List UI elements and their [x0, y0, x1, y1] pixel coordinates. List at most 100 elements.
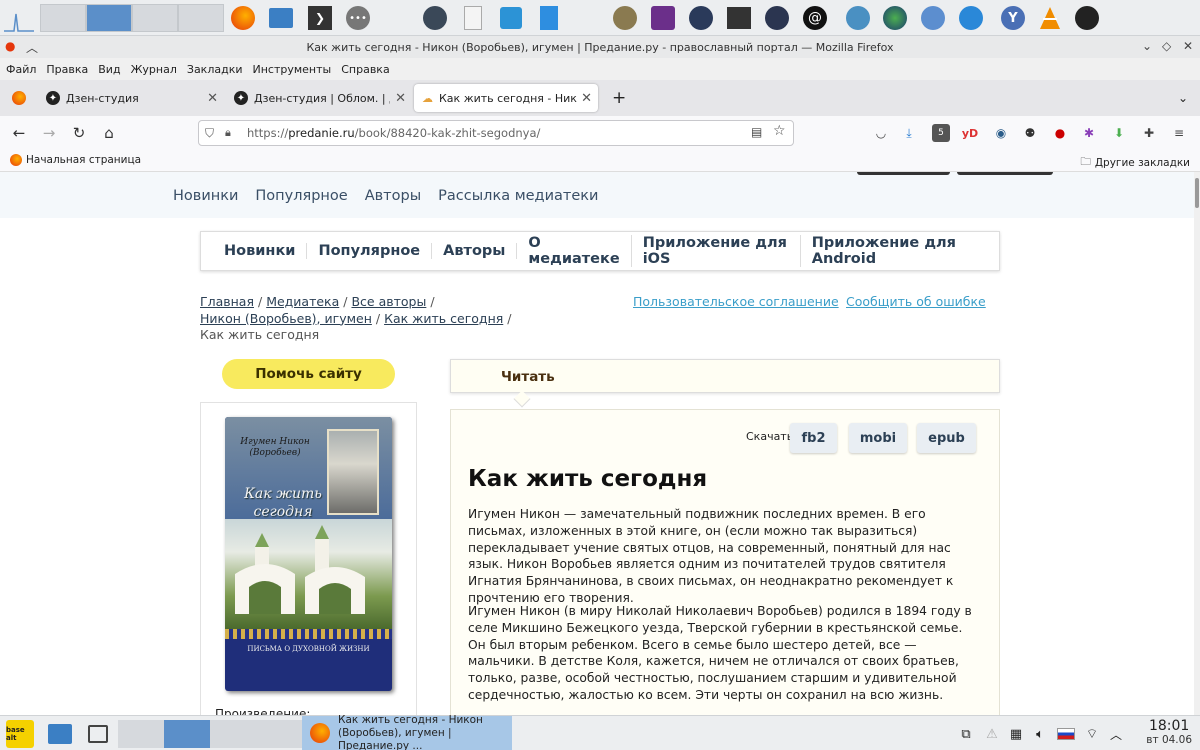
- clock[interactable]: 18:01 вт 04.06: [1146, 718, 1192, 746]
- volume-icon[interactable]: 🔈︎: [1030, 720, 1050, 748]
- main-nav-authors[interactable]: Авторы: [432, 243, 518, 259]
- menu-tools[interactable]: Инструменты: [253, 63, 332, 76]
- tab-dzen-studio[interactable]: ✦ Дзен-студия ✕: [38, 84, 224, 112]
- main-nav-popular[interactable]: Популярное: [307, 243, 433, 259]
- menu-edit[interactable]: Правка: [46, 63, 88, 76]
- desktop-pager-1[interactable]: [40, 4, 86, 32]
- globe-icon[interactable]: [880, 3, 910, 33]
- tab-close-icon[interactable]: ✕: [207, 91, 218, 106]
- extension-dots-icon[interactable]: ⚉: [1021, 124, 1039, 142]
- read-tab[interactable]: Читать: [450, 359, 1000, 408]
- top-nav-newsletter[interactable]: Рассылка медиатеки: [438, 188, 598, 204]
- download-epub-button[interactable]: epub: [917, 423, 976, 453]
- task-pager-1[interactable]: [118, 720, 164, 748]
- forward-button[interactable]: →: [38, 122, 60, 144]
- extension-record-icon[interactable]: ●: [1051, 124, 1069, 142]
- downloads-icon[interactable]: ⤓: [900, 124, 918, 142]
- main-nav-android-app[interactable]: Приложение для Android: [801, 235, 999, 267]
- close-window-icon[interactable]: ✕: [1183, 39, 1193, 53]
- reload-button[interactable]: ↻: [68, 122, 90, 144]
- bookmark-start-page[interactable]: Начальная страница: [10, 154, 141, 166]
- tray-disabled-icon[interactable]: ⚠: [982, 720, 1002, 748]
- keep-above-icon[interactable]: ︿: [26, 39, 38, 56]
- vlc-icon[interactable]: [1035, 3, 1065, 33]
- firefox-launcher-icon[interactable]: [228, 3, 258, 33]
- wifi-icon[interactable]: ⌔: [1082, 720, 1102, 748]
- yandex-browser-icon[interactable]: Y: [998, 3, 1028, 33]
- url-bar[interactable]: ⛉ 🔒︎ https://predanie.ru/book/88420-kak-…: [198, 120, 794, 146]
- other-bookmarks[interactable]: 🗀 Другие закладки: [1080, 154, 1190, 172]
- crumb-author[interactable]: Никон (Воробьев), игумен: [200, 311, 372, 326]
- extension-circle-icon[interactable]: ◉: [992, 124, 1010, 142]
- menu-hamburger-icon[interactable]: ≡: [1170, 124, 1188, 142]
- top-nav-authors[interactable]: Авторы: [365, 188, 421, 204]
- tray-expand-icon[interactable]: ︿: [1106, 720, 1126, 748]
- app-circle-icon[interactable]: [420, 3, 450, 33]
- crumb-home[interactable]: Главная: [200, 294, 254, 309]
- bookmark-star-icon[interactable]: ☆: [773, 123, 786, 139]
- menu-bookmarks[interactable]: Закладки: [187, 63, 243, 76]
- file-manager-task-icon[interactable]: [46, 720, 74, 748]
- terminal-icon[interactable]: ❯: [305, 3, 335, 33]
- show-desktop-icon[interactable]: [84, 720, 112, 748]
- gimp-icon[interactable]: [610, 3, 640, 33]
- extension-download-green-icon[interactable]: ⬇: [1110, 124, 1128, 142]
- top-nav-new[interactable]: Новинки: [173, 188, 238, 204]
- crumb-library[interactable]: Медиатека: [266, 294, 339, 309]
- download-fb2-button[interactable]: fb2: [790, 423, 837, 453]
- file-manager-icon[interactable]: [266, 3, 296, 33]
- lock-icon[interactable]: 🔒︎: [225, 126, 231, 140]
- tab-close-icon[interactable]: ✕: [581, 91, 592, 106]
- pocket-icon[interactable]: ◡: [872, 124, 890, 142]
- main-nav-about[interactable]: О медиатеке: [517, 235, 632, 267]
- steam-icon[interactable]: [1072, 3, 1102, 33]
- store-icon[interactable]: [496, 3, 526, 33]
- menu-view[interactable]: Вид: [98, 63, 120, 76]
- at-sign-icon[interactable]: @: [800, 3, 830, 33]
- text-editor-icon[interactable]: [458, 3, 488, 33]
- new-tab-button[interactable]: +: [604, 84, 628, 112]
- tab-close-icon[interactable]: ✕: [395, 91, 406, 106]
- yandex-disk-icon[interactable]: yD: [961, 124, 979, 142]
- task-firefox-window[interactable]: Как жить сегодня - Никон (Воробьев), игу…: [302, 714, 512, 750]
- maximize-icon[interactable]: ◇: [1162, 39, 1171, 53]
- top-nav-popular[interactable]: Популярное: [255, 188, 347, 204]
- keyboard-layout-icon[interactable]: [1056, 720, 1076, 748]
- menu-file[interactable]: Файл: [6, 63, 36, 76]
- document-icon[interactable]: [534, 3, 564, 33]
- back-button[interactable]: ←: [8, 122, 30, 144]
- extension-badge-icon[interactable]: 5: [932, 124, 950, 142]
- report-error-link[interactable]: Сообщить об ошибке: [846, 294, 986, 309]
- clipboard-icon[interactable]: ⧉: [956, 720, 976, 748]
- firefox-view-button[interactable]: [4, 84, 34, 112]
- scrollbar-thumb[interactable]: [1195, 178, 1199, 208]
- activity-graph-icon[interactable]: [4, 3, 34, 33]
- desktop-pager-2[interactable]: [86, 4, 132, 32]
- minimize-icon[interactable]: ⌄: [1142, 39, 1152, 53]
- tab-dzen-studio-oblom[interactable]: ✦ Дзен-студия | Облом. | Дзен ✕: [226, 84, 412, 112]
- help-site-button[interactable]: Помочь сайту: [222, 359, 395, 389]
- start-menu-button[interactable]: base alt: [6, 720, 34, 748]
- download-mobi-button[interactable]: mobi: [849, 423, 907, 453]
- more-apps-icon[interactable]: •••: [343, 3, 373, 33]
- page-scrollbar[interactable]: [1194, 172, 1200, 715]
- user-agreement-link[interactable]: Пользовательское соглашение: [633, 294, 839, 309]
- extensions-puzzle-icon[interactable]: ✚: [1140, 124, 1158, 142]
- crumb-authors[interactable]: Все авторы: [351, 294, 426, 309]
- media-icon[interactable]: [648, 3, 678, 33]
- task-pager-4[interactable]: [256, 720, 302, 748]
- menu-history[interactable]: Журнал: [131, 63, 177, 76]
- headphones-icon[interactable]: [686, 3, 716, 33]
- book-cover-image[interactable]: Игумен Никон (Воробьев) Как жить сегодня…: [225, 417, 392, 691]
- webcam-icon[interactable]: [843, 3, 873, 33]
- desktop-pager-4[interactable]: [178, 4, 224, 32]
- task-pager-3[interactable]: [210, 720, 256, 748]
- extension-puzzle-color-icon[interactable]: ✱: [1080, 124, 1098, 142]
- notes-icon[interactable]: ▦: [1006, 720, 1026, 748]
- list-all-tabs-button[interactable]: ⌄: [1170, 84, 1194, 112]
- video-editor-icon[interactable]: [724, 3, 754, 33]
- screencast-icon[interactable]: [762, 3, 792, 33]
- task-pager-2[interactable]: [164, 720, 210, 748]
- writer-icon[interactable]: [918, 3, 948, 33]
- tab-predanie-active[interactable]: ☁ Как жить сегодня - Никон (Воробьев), и…: [414, 84, 598, 112]
